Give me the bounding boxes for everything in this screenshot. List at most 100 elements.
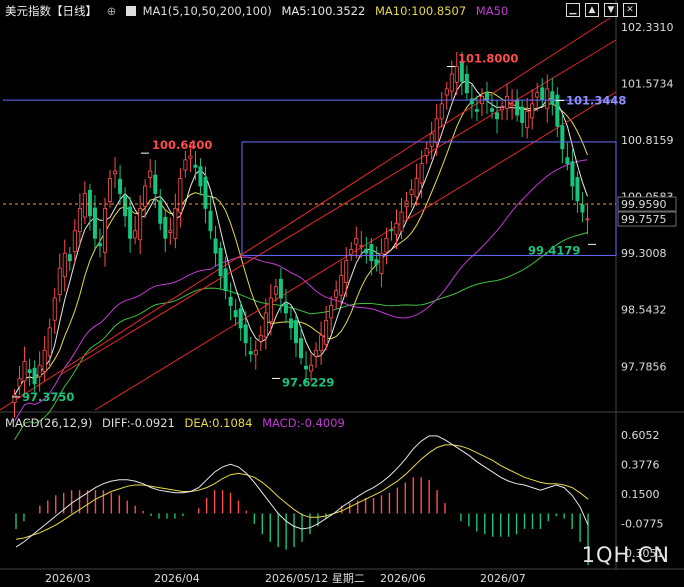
candle-body [550, 91, 555, 105]
candle-body [525, 110, 530, 129]
candle-body [434, 118, 439, 144]
candle-body [560, 125, 565, 150]
candle-body [72, 230, 77, 253]
macd-tick-label: 0.1500 [621, 488, 660, 501]
price-annotation: 100.6400 [152, 138, 212, 152]
trend-channel [0, 17, 617, 411]
candle-body [148, 170, 153, 178]
candle-body [138, 207, 143, 241]
candle-body [319, 334, 324, 351]
candle-body [384, 237, 389, 253]
candle-body [153, 174, 158, 194]
price-annotation: 101.3448 [566, 94, 626, 108]
candle-body [540, 87, 545, 101]
macd-diff: DIFF:-0.0921 [102, 416, 175, 430]
candle-body [57, 267, 62, 295]
candle-body [17, 378, 22, 387]
candle-body [484, 92, 489, 101]
candle-body [565, 157, 570, 164]
settings-icon[interactable]: ⊕ [107, 4, 117, 18]
price-tick-label: 100.8159 [621, 134, 674, 147]
candle-body [128, 206, 133, 239]
price-tick-label: 102.3310 [621, 21, 674, 34]
candle-body [309, 364, 314, 372]
candle-body [419, 163, 424, 184]
price-tick-label: 99.7575 [621, 213, 667, 226]
chart-title: 美元指数【日线】 [5, 4, 97, 18]
candle-body [47, 327, 52, 357]
candle-body [42, 349, 47, 372]
candle-body [273, 286, 278, 295]
candle-body [92, 207, 97, 239]
price-tick-label: 98.5432 [621, 304, 667, 317]
price-annotation: 99.4179 [528, 243, 580, 257]
candle-body [444, 88, 449, 96]
candle-body [143, 185, 148, 207]
candle-body [228, 296, 233, 306]
minimize-icon[interactable]: ▁ [566, 3, 580, 17]
candle-body [570, 161, 575, 187]
candle-body [198, 166, 203, 187]
chevron-down-icon[interactable]: ▼ [604, 3, 618, 17]
candle-body [545, 88, 550, 109]
candle-body [67, 254, 72, 262]
candle-body [37, 364, 42, 378]
candle-body [258, 334, 263, 342]
candle-body [288, 318, 293, 329]
price-tick-label: 99.3008 [621, 247, 667, 260]
candle-body [213, 238, 218, 254]
watermark: 1QH.CN [581, 543, 670, 567]
candle-body [238, 308, 243, 329]
candle-body [454, 66, 459, 83]
candle-body [298, 338, 303, 359]
candle-body [500, 107, 505, 111]
price-tick-label: 99.9590 [621, 198, 667, 211]
candle-body [248, 351, 253, 355]
candle-body [52, 297, 57, 321]
candle-body [349, 249, 354, 255]
candle-body [218, 247, 223, 276]
date-label: 2026/07 [480, 572, 526, 585]
candle-body [429, 133, 434, 147]
macd-panel [15, 435, 589, 566]
macd-tick-label: 0.6052 [621, 429, 660, 442]
candle-body [530, 103, 535, 119]
candle-body [474, 109, 479, 112]
ma-config-icon[interactable] [125, 6, 136, 16]
candle-body [208, 210, 213, 232]
candle-body [409, 189, 414, 195]
candle-body [364, 248, 369, 254]
price-annotation: 97.6229 [282, 375, 334, 389]
candle-body [394, 222, 399, 235]
candle-body [359, 245, 364, 248]
macd-tick-label: -0.0775 [621, 517, 663, 530]
candle-body [27, 369, 32, 374]
close-icon[interactable]: ✕ [623, 3, 637, 17]
candle-body [123, 195, 128, 217]
price-chart: 100.6400 101.8000 101.3448 97.3750 97.6229 99… [0, 0, 684, 585]
macd-tick-label: 0.3776 [621, 459, 660, 472]
ma-label: MA1(5,10,50,200,100) [142, 4, 272, 18]
candle-body [62, 252, 67, 278]
price-annotation: 101.8000 [458, 52, 518, 66]
candle-body [203, 176, 208, 209]
candle-body [102, 207, 107, 253]
candle-body [379, 252, 384, 274]
candle-body [133, 230, 138, 239]
candle-body [77, 207, 82, 233]
candle-body [424, 148, 429, 156]
macd-value: MACD:-0.4009 [262, 416, 345, 430]
candle-body [575, 177, 580, 202]
candle-body [178, 178, 183, 213]
candle-body [535, 92, 540, 98]
candle-body [97, 243, 102, 247]
candle-body [283, 303, 288, 314]
date-label: 2026/04 [154, 572, 200, 585]
candle-body [329, 305, 334, 319]
candle-body [163, 216, 168, 239]
candle-body [168, 230, 173, 233]
candle-body [268, 297, 273, 322]
chevron-up-icon[interactable]: ▲ [585, 3, 599, 17]
candle-body [173, 207, 178, 239]
candle-body [469, 98, 474, 105]
